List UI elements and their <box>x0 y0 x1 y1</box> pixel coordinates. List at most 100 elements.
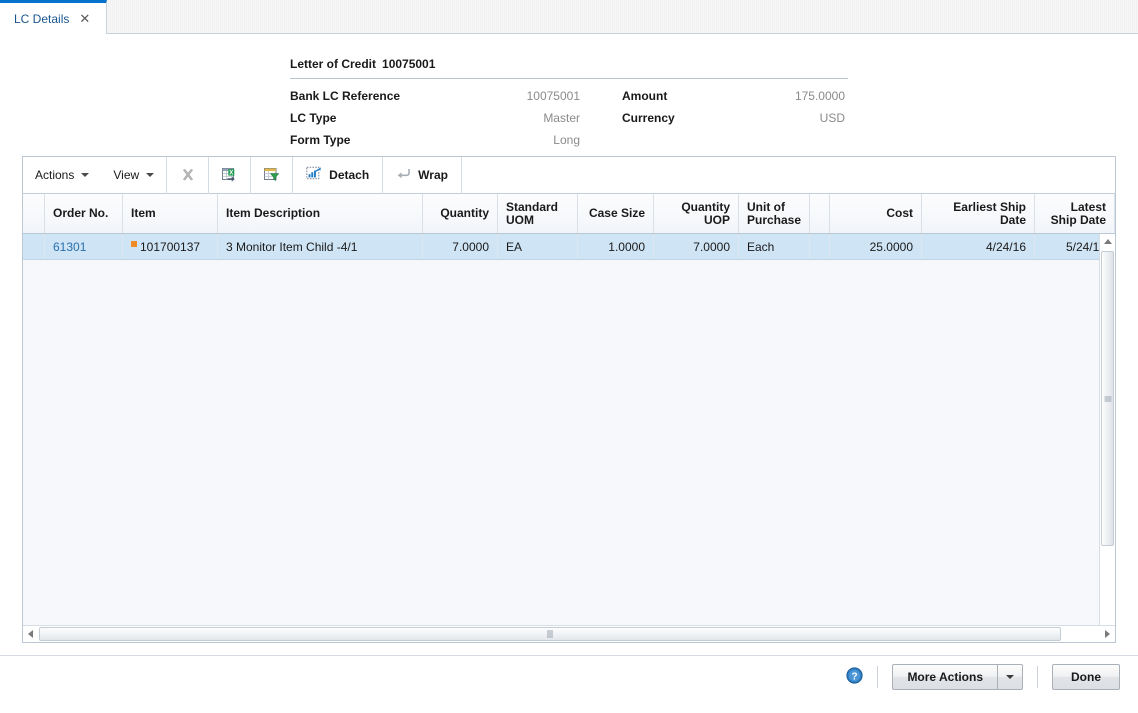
column-header-label: Order No. <box>53 206 109 220</box>
horizontal-scrollbar-thumb[interactable] <box>39 627 1061 641</box>
cell-case_size: 1.0000 <box>578 234 654 259</box>
column-header-item_description[interactable]: Item Description <box>218 194 423 233</box>
chevron-down-icon <box>1006 675 1014 679</box>
column-header-blank[interactable] <box>810 194 830 233</box>
column-header-label: Quantity <box>440 206 489 220</box>
column-header-label: Earliest Ship Date <box>953 199 1026 227</box>
page-title: Letter of Credit 10075001 <box>290 57 848 78</box>
cell-selector <box>23 234 45 259</box>
column-header-selector[interactable] <box>23 194 45 233</box>
triangle-left-icon <box>28 630 33 638</box>
done-button[interactable]: Done <box>1052 664 1120 690</box>
column-header-label: Case Size <box>588 206 645 220</box>
svg-text:?: ? <box>852 671 858 682</box>
view-menu[interactable]: View <box>101 157 166 194</box>
page-title-label: Letter of Credit <box>290 57 377 71</box>
cell-quantity: 7.0000 <box>423 234 498 259</box>
cell-item_description: 3 Monitor Item Child -4/1 <box>218 234 423 259</box>
query-by-example-button[interactable] <box>251 157 292 194</box>
scroll-right-button[interactable] <box>1100 626 1115 642</box>
scroll-left-button[interactable] <box>23 626 38 642</box>
export-to-excel-button[interactable]: X <box>209 157 250 194</box>
column-header-order_no[interactable]: Order No. <box>45 194 123 233</box>
vertical-scrollbar[interactable] <box>1099 234 1115 642</box>
cell-cost: 25.0000 <box>830 234 922 259</box>
cell-value: 7.0000 <box>452 239 489 254</box>
currency-value: USD <box>819 111 845 125</box>
column-header-standard_uom[interactable]: Standard UOM <box>498 194 578 233</box>
cell-value: 3 Monitor Item Child -4/1 <box>226 239 358 254</box>
actions-menu-label: Actions <box>35 168 75 182</box>
wrap-icon <box>396 167 411 184</box>
page-title-value: 10075001 <box>382 57 436 71</box>
chevron-down-icon <box>81 173 90 177</box>
scroll-up-button[interactable] <box>1100 234 1115 249</box>
cell-value: 7.0000 <box>693 239 730 254</box>
header-spacer-value <box>665 130 845 150</box>
header-spacer-label <box>580 130 665 150</box>
close-icon[interactable]: ✕ <box>79 12 90 25</box>
cell-blank <box>810 234 830 259</box>
lc-type-label: LC Type <box>290 111 337 125</box>
tab-lc-details[interactable]: LC Details ✕ <box>0 0 107 34</box>
column-header-label: Item <box>131 206 156 220</box>
cell-earliest_ship_date: 4/24/16 <box>922 234 1035 259</box>
column-header-label: Quantity UOP <box>681 199 730 227</box>
column-header-item[interactable]: Item <box>123 194 218 233</box>
form-type-label: Form Type <box>290 133 351 147</box>
column-header-unit_of_purchase[interactable]: Unit of Purchase <box>739 194 810 233</box>
header-divider <box>290 78 848 79</box>
cell-quantity_uop: 7.0000 <box>654 234 739 259</box>
footer-divider <box>1037 666 1038 688</box>
actions-menu[interactable]: Actions <box>23 157 101 194</box>
amount-label: Amount <box>622 89 668 103</box>
table-toolbar: Actions View X Detach Wrap <box>23 156 1115 194</box>
lc-type-value: Master <box>543 111 580 125</box>
letter-of-credit-header: Letter of Credit 10075001 Bank LC Referen… <box>290 57 848 150</box>
column-header-quantity_uop[interactable]: Quantity UOP <box>654 194 739 233</box>
horizontal-scrollbar[interactable] <box>23 625 1115 642</box>
cell-value: EA <box>506 239 523 254</box>
detach-button[interactable]: Detach <box>293 157 382 194</box>
detach-icon <box>306 166 322 184</box>
help-button[interactable]: ? <box>846 667 864 687</box>
column-header-quantity[interactable]: Quantity <box>423 194 498 233</box>
delete-button[interactable] <box>167 157 208 194</box>
tab-lc-details-label: LC Details <box>14 11 70 26</box>
vertical-scrollbar-thumb[interactable] <box>1101 251 1114 546</box>
more-actions-split-button[interactable]: More Actions <box>892 664 1023 690</box>
footer-divider <box>877 666 879 688</box>
help-question-icon: ? <box>846 667 864 684</box>
table-rows: 61301 101700137 3 Monitor Item Child -4/1 7… <box>23 234 1115 260</box>
form-type-value: Long <box>553 133 580 147</box>
column-header-label: Unit of Purchase <box>747 199 802 227</box>
column-header-case_size[interactable]: Case Size <box>578 194 654 233</box>
query-by-example-icon <box>264 168 280 182</box>
table-row[interactable]: 61301 101700137 3 Monitor Item Child -4/1 7… <box>23 234 1115 260</box>
column-header-label: Latest Ship Date <box>1050 199 1106 227</box>
cell-item: 101700137 <box>123 234 218 259</box>
triangle-up-icon <box>1103 239 1112 244</box>
column-header-latest_ship_date[interactable]: Latest Ship Date <box>1035 194 1115 233</box>
more-actions-button[interactable]: More Actions <box>892 664 997 690</box>
cell-value: 4/24/16 <box>985 239 1026 254</box>
scrollbar-grip-icon <box>547 630 553 638</box>
lc-details-panel: Actions View X Detach Wrap Order No. Ite… <box>22 156 1116 643</box>
column-header-earliest_ship_date[interactable]: Earliest Ship Date <box>922 194 1035 233</box>
amount-value: 175.0000 <box>794 89 845 103</box>
column-header-label: Cost <box>886 206 913 220</box>
more-actions-dropdown-button[interactable] <box>997 664 1023 690</box>
column-header-cost[interactable]: Cost <box>830 194 922 233</box>
column-header-label: Item Description <box>226 206 321 220</box>
cell-unit_of_purchase: Each <box>739 234 810 259</box>
wrap-button[interactable]: Wrap <box>383 157 461 194</box>
cell-value: Each <box>747 239 775 254</box>
cell-value[interactable]: 61301 <box>53 240 86 254</box>
triangle-right-icon <box>1105 630 1110 638</box>
svg-text:X: X <box>229 170 233 176</box>
cell-value: 1.0000 <box>608 239 645 254</box>
delete-x-icon <box>182 168 193 181</box>
header-fields: Bank LC Reference 10075001 Amount 175.00… <box>290 86 848 150</box>
tab-strip: LC Details ✕ <box>0 0 1138 34</box>
table-header-row: Order No. Item Item Description Quantity Sta… <box>23 194 1115 234</box>
